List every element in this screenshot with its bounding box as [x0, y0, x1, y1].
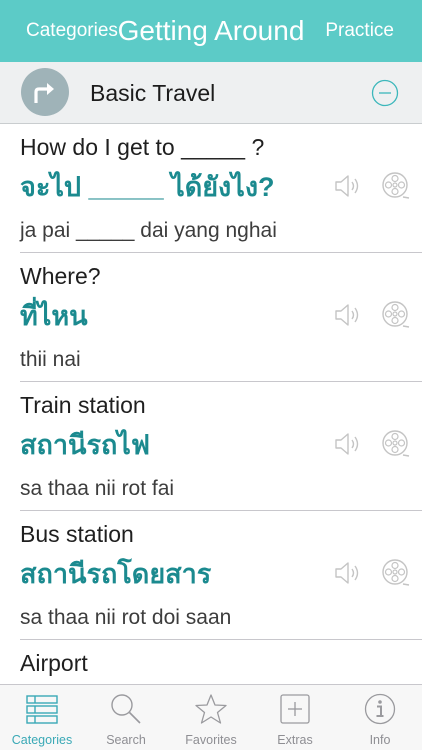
phrase-row[interactable]: Bus station สถานีรถโดยสาร sa thaa nii ro… [0, 511, 422, 640]
plus-square-icon [280, 694, 310, 724]
collapse-button[interactable] [371, 79, 399, 107]
phrase-thai: จะไป _____ ได้ยังไง? [20, 172, 275, 202]
tab-label: Search [106, 733, 146, 747]
speaker-icon [335, 562, 359, 584]
play-audio-button[interactable] [334, 560, 364, 586]
tab-label: Favorites [185, 733, 237, 747]
phrase-thai: สถานีรถโดยสาร [20, 559, 212, 589]
phrase-thai: ที่ไหน [20, 301, 88, 331]
info-icon [364, 693, 396, 725]
tab-label: Extras [277, 733, 313, 747]
list-icon [26, 695, 58, 724]
tab-bar: Categories Search Favorites Extras Info [0, 684, 422, 750]
phrase-english: Train station [20, 392, 146, 418]
tab-label: Info [369, 733, 391, 747]
speaker-icon [335, 433, 359, 455]
section-title: Basic Travel [90, 80, 216, 106]
play-video-button[interactable] [381, 558, 411, 588]
phrase-romanized: ja pai _____ dai yang nghai [20, 219, 277, 242]
tab-info[interactable]: Info [338, 685, 422, 750]
phrase-romanized: sa thaa nii rot doi saan [20, 606, 232, 629]
phrase-row[interactable]: How do I get to _____ ? จะไป _____ ได้ยั… [0, 124, 422, 253]
phrase-row[interactable]: Where? ที่ไหน thii nai [0, 253, 422, 382]
film-reel-icon [382, 172, 410, 199]
tab-search[interactable]: Search [84, 685, 168, 750]
play-video-button[interactable] [381, 429, 411, 459]
tab-extras[interactable]: Extras [253, 685, 337, 750]
phrase-english: Where? [20, 263, 101, 289]
star-icon [195, 694, 227, 724]
phrase-list[interactable]: How do I get to _____ ? จะไป _____ ได้ยั… [0, 124, 422, 684]
phrase-row[interactable]: Train station สถานีรถไฟ sa thaa nii rot … [0, 382, 422, 511]
speaker-icon [335, 304, 359, 326]
film-reel-icon [382, 559, 410, 586]
play-video-button[interactable] [381, 171, 411, 201]
phrase-romanized: thii nai [20, 348, 81, 371]
film-reel-icon [382, 301, 410, 328]
practice-button[interactable]: Practice [325, 20, 394, 42]
phrase-thai: สถานีรถไฟ [20, 430, 150, 460]
tab-categories[interactable]: Categories [0, 685, 84, 750]
phrase-english: Bus station [20, 521, 134, 547]
minus-circle-icon [371, 79, 399, 107]
phrase-romanized: sa thaa nii rot fai [20, 477, 175, 500]
play-audio-button[interactable] [334, 302, 364, 328]
play-video-button[interactable] [381, 300, 411, 330]
play-audio-button[interactable] [334, 173, 364, 199]
tab-label: Categories [11, 733, 73, 747]
phrase-english: Airport [20, 650, 88, 676]
turn-right-arrow-icon [21, 68, 69, 116]
navigation-bar: Categories Getting Around Practice [0, 0, 422, 62]
phrase-english: How do I get to _____ ? [20, 134, 265, 160]
magnifier-icon [111, 694, 141, 724]
film-reel-icon [382, 430, 410, 457]
speaker-icon [335, 175, 359, 197]
phrase-row[interactable]: Airport [0, 640, 422, 684]
play-audio-button[interactable] [334, 431, 364, 457]
section-header[interactable]: Basic Travel [0, 62, 422, 124]
tab-favorites[interactable]: Favorites [169, 685, 253, 750]
